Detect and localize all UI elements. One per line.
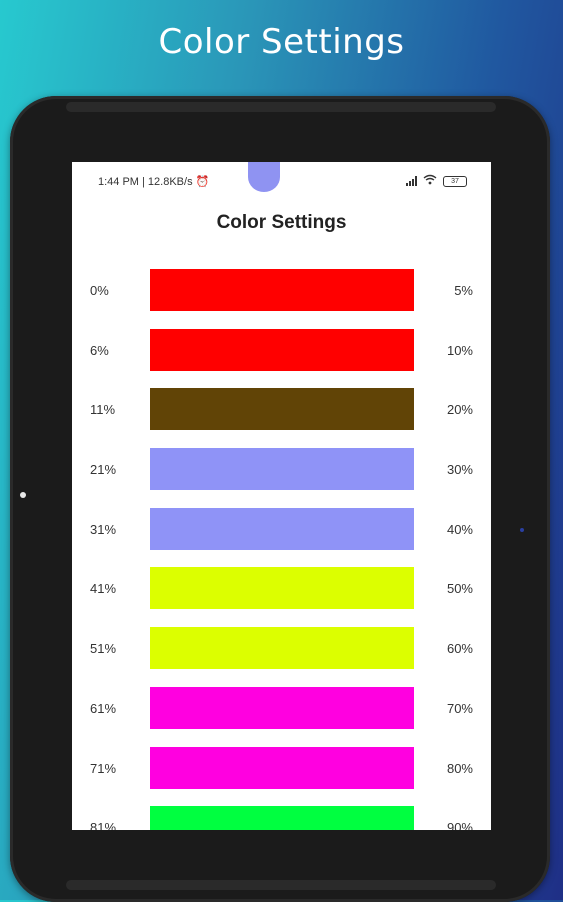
color-swatch[interactable] <box>150 806 414 830</box>
range-start-label: 61% <box>90 700 117 716</box>
color-range-row: 61% 70% <box>72 686 491 747</box>
range-end-label: 40% <box>446 521 473 537</box>
range-end-label: 50% <box>446 581 473 597</box>
range-end-label: 60% <box>446 641 473 657</box>
wifi-icon <box>423 174 437 188</box>
app-screen: 1:44 PM | 12.8KB/s ⏰ 37 Color Settings 0… <box>72 162 491 830</box>
range-end-label: 30% <box>446 462 473 478</box>
status-bar: 1:44 PM | 12.8KB/s ⏰ 37 <box>72 162 491 202</box>
color-swatch[interactable] <box>150 746 414 789</box>
range-start-label: 71% <box>90 760 117 776</box>
range-end-label: 10% <box>446 342 473 358</box>
range-start-label: 81% <box>90 820 117 830</box>
color-range-row: 11% 20% <box>72 388 491 448</box>
range-start-label: 31% <box>90 521 117 537</box>
range-end-label: 5% <box>454 283 473 298</box>
status-time: 1:44 PM | 12.8KB/s ⏰ <box>98 175 209 188</box>
color-range-row: 81% 90% <box>72 806 491 830</box>
color-swatch[interactable] <box>150 448 414 491</box>
color-swatch[interactable] <box>150 627 414 670</box>
alarm-icon: ⏰ <box>195 176 210 188</box>
range-start-label: 41% <box>90 581 117 597</box>
range-end-label: 80% <box>446 760 473 776</box>
battery-icon: 37 <box>443 175 467 187</box>
signal-icon <box>406 176 417 186</box>
sensor-icon <box>520 528 524 532</box>
page-title: Color Settings <box>216 212 347 233</box>
range-start-label: 11% <box>90 402 116 418</box>
tablet-top-edge <box>66 102 496 112</box>
tablet-bottom-edge <box>66 880 496 890</box>
color-swatch[interactable] <box>150 269 414 311</box>
color-swatch[interactable] <box>150 328 414 371</box>
range-end-label: 70% <box>446 700 473 716</box>
color-range-row: 31% 40% <box>72 507 491 568</box>
camera-icon <box>20 492 26 498</box>
range-end-label: 90% <box>446 820 473 830</box>
color-swatch[interactable] <box>150 507 414 550</box>
color-range-row: 71% 80% <box>72 746 491 807</box>
range-start-label: 21% <box>90 462 117 478</box>
color-range-list: 0% 5% 6% 10% 11% 20% 21% 30% 31% 40% 41% 50% 51% 60% 6… <box>72 269 491 830</box>
range-end-label: 20% <box>446 402 473 418</box>
color-range-row: 41% 50% <box>72 567 491 627</box>
color-swatch[interactable] <box>150 388 414 431</box>
range-start-label: 6% <box>90 342 109 358</box>
color-swatch[interactable] <box>150 567 414 610</box>
color-range-row: 51% 60% <box>72 627 491 687</box>
promo-title: Color Settings <box>158 22 405 62</box>
range-start-label: 0% <box>90 283 109 298</box>
color-range-row: 6% 10% <box>72 328 491 389</box>
color-swatch[interactable] <box>150 686 414 729</box>
color-range-row: 0% 5% <box>72 269 491 329</box>
notch <box>248 162 280 192</box>
range-start-label: 51% <box>90 641 117 657</box>
status-icons: 37 <box>406 174 467 188</box>
color-range-row: 21% 30% <box>72 448 491 508</box>
status-time-text: 1:44 PM | 12.8KB/s <box>98 176 193 188</box>
